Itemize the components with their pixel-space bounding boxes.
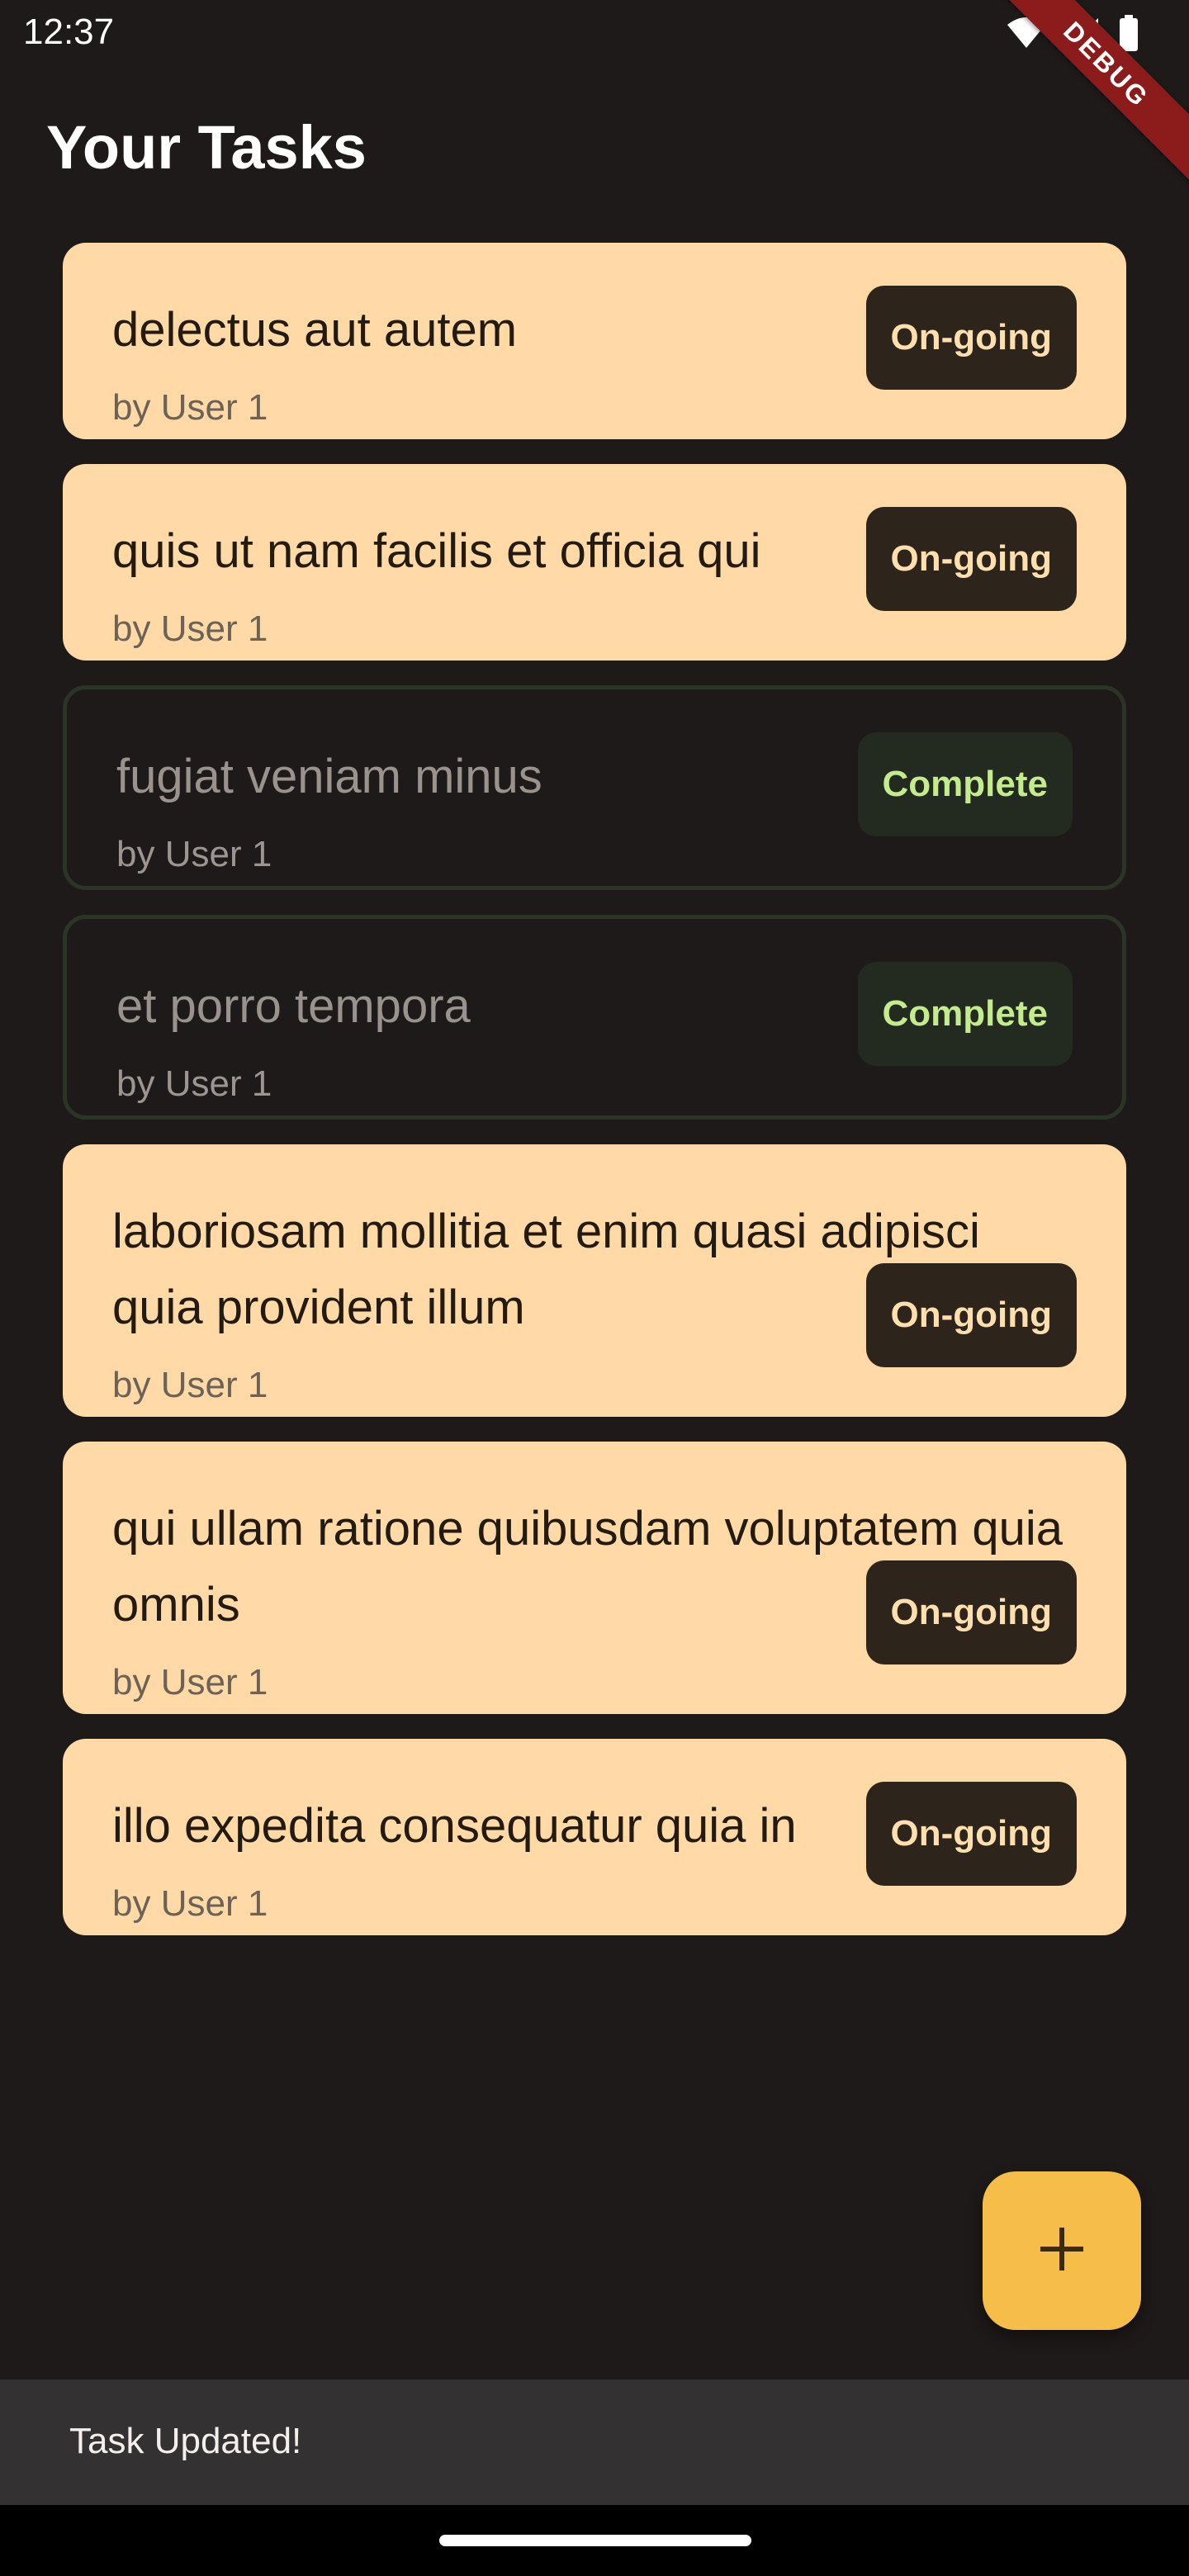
status-badge[interactable]: Complete — [857, 732, 1073, 836]
status-time: 12:37 — [23, 12, 115, 52]
add-task-button[interactable] — [983, 2171, 1141, 2330]
snackbar-message: Task Updated! — [69, 2421, 302, 2461]
status-badge[interactable]: On-going — [865, 1782, 1077, 1886]
navigation-bar — [0, 2505, 1189, 2576]
status-badge[interactable]: On-going — [865, 286, 1077, 390]
status-badge[interactable]: On-going — [865, 507, 1077, 611]
page-title: Your Tasks — [46, 113, 367, 182]
task-card[interactable]: qui ullam ratione quibusdam voluptatem q… — [63, 1442, 1126, 1714]
plus-icon — [1037, 2224, 1087, 2278]
task-card[interactable]: et porro tempora by User 1 Complete — [63, 915, 1126, 1120]
task-card[interactable]: quis ut nam facilis et officia qui by Us… — [63, 464, 1126, 661]
task-card[interactable]: laboriosam mollitia et enim quasi adipis… — [63, 1144, 1126, 1417]
task-list: delectus aut autem by User 1 On-going qu… — [63, 243, 1126, 1960]
task-card[interactable]: illo expedita consequatur quia in by Use… — [63, 1739, 1126, 1935]
status-badge[interactable]: On-going — [865, 1560, 1077, 1664]
status-bar: 12:37 — [0, 0, 1189, 71]
home-gesture-handle[interactable] — [439, 2535, 751, 2546]
task-card[interactable]: delectus aut autem by User 1 On-going — [63, 243, 1126, 439]
status-badge[interactable]: Complete — [857, 962, 1073, 1066]
screen: 12:37 DEBUG Your Tasks delectus aut aute… — [0, 0, 1189, 2576]
snackbar: Task Updated! — [0, 2379, 1189, 2505]
status-badge[interactable]: On-going — [865, 1263, 1077, 1367]
task-card[interactable]: fugiat veniam minus by User 1 Complete — [63, 685, 1126, 890]
